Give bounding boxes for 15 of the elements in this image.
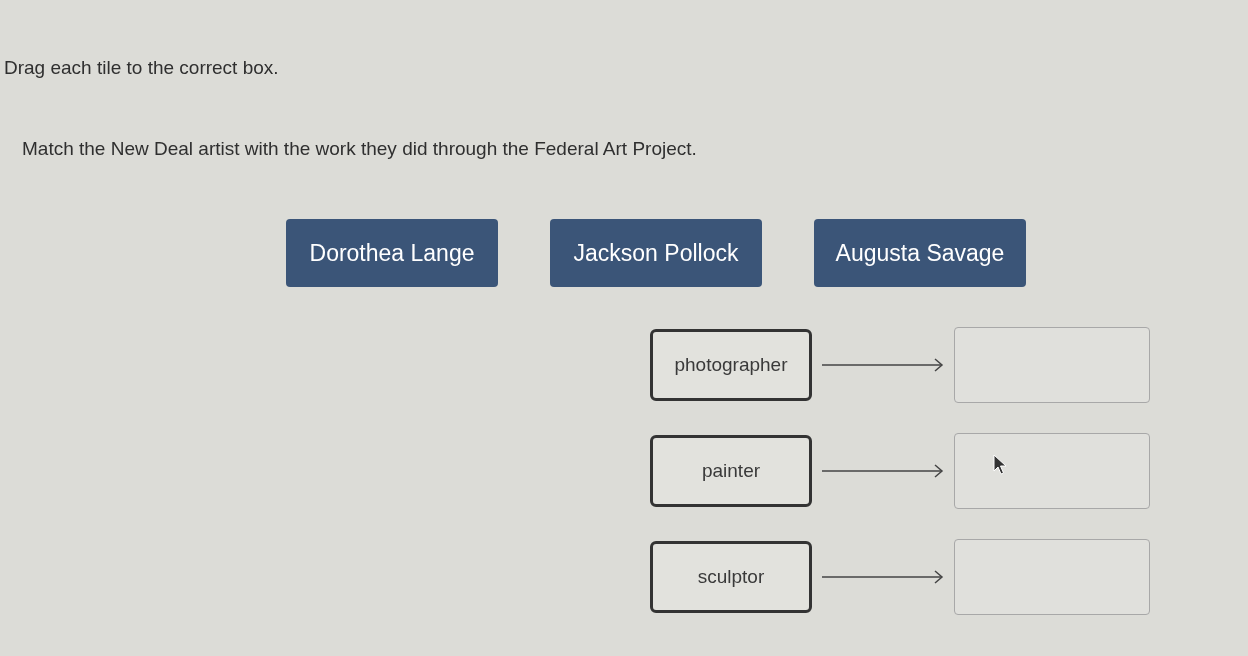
instruction-text: Drag each tile to the correct box. xyxy=(4,56,279,80)
artist-tile[interactable]: Jackson Pollock xyxy=(550,219,762,287)
answer-box[interactable] xyxy=(954,433,1150,509)
answer-box[interactable] xyxy=(954,539,1150,615)
cursor-icon xyxy=(993,454,1007,476)
term-card: sculptor xyxy=(650,541,812,613)
artist-tile[interactable]: Dorothea Lange xyxy=(286,219,498,287)
arrow-icon xyxy=(822,358,946,372)
artist-tile[interactable]: Augusta Savage xyxy=(814,219,1026,287)
arrow-icon xyxy=(822,570,946,584)
instruction-text: Match the New Deal artist with the work they did through the Federal Art Project. xyxy=(22,136,697,161)
term-card: photographer xyxy=(650,329,812,401)
arrow-icon xyxy=(822,464,946,478)
term-card: painter xyxy=(650,435,812,507)
answer-box[interactable] xyxy=(954,327,1150,403)
